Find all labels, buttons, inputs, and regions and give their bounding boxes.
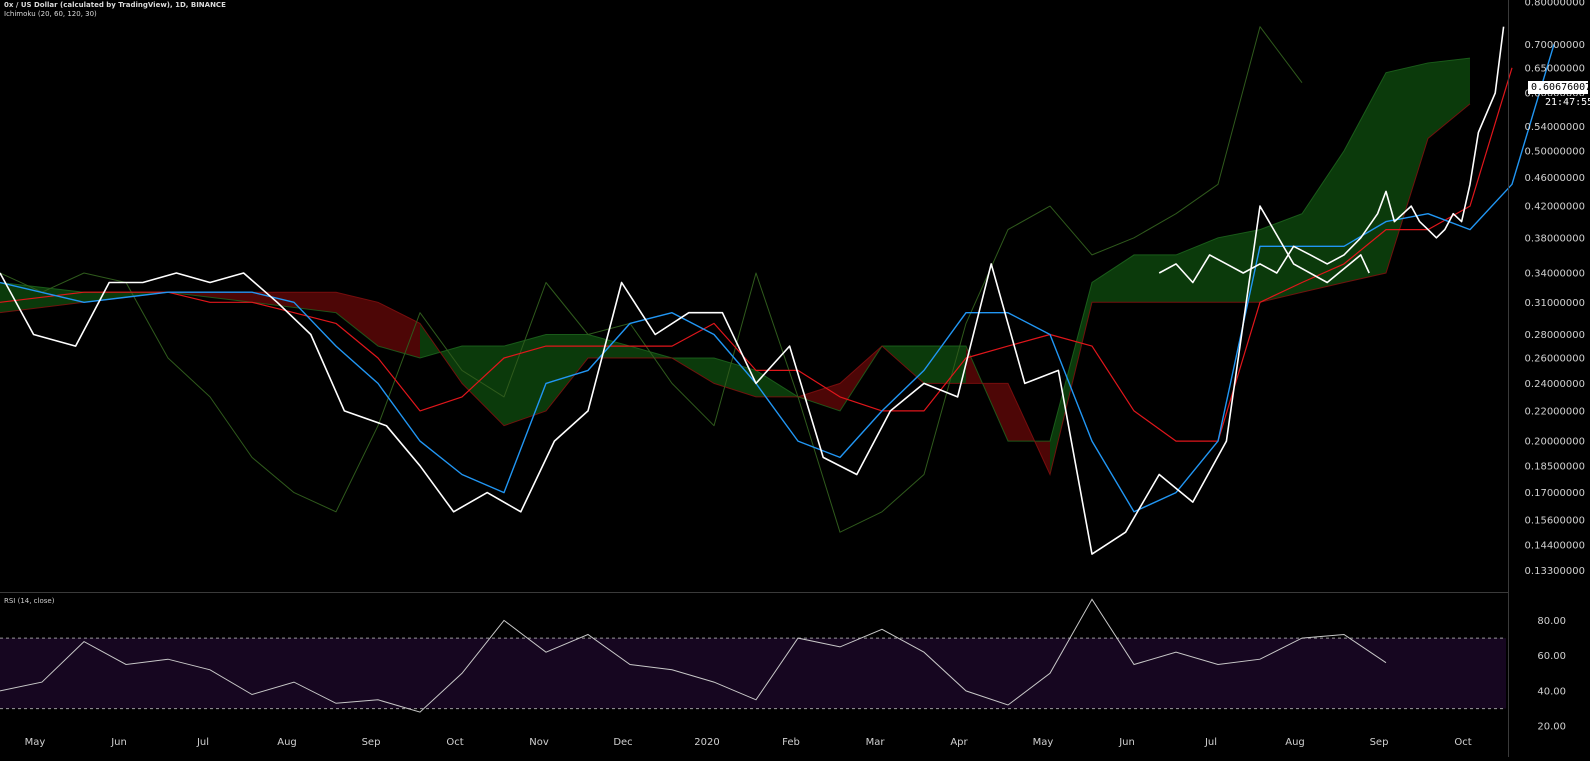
- bar-countdown-tag: 21:47:55: [1542, 96, 1590, 109]
- price-tick-label: 0.42000000: [1525, 202, 1585, 213]
- price-tick-label: 0.15600000: [1525, 515, 1585, 526]
- time-tick-label: Dec: [613, 737, 632, 748]
- price-tick-label: 0.80000000: [1525, 0, 1585, 9]
- price-tick-label: 0.18500000: [1525, 461, 1585, 472]
- price-tick-label: 0.14400000: [1525, 541, 1585, 552]
- chart-svg[interactable]: 0.800000000.700000000.650000000.60000000…: [0, 0, 1590, 757]
- time-tick-label: Feb: [782, 737, 800, 748]
- price-tick-label: 0.50000000: [1525, 146, 1585, 157]
- cloud-segment: [1218, 229, 1260, 303]
- time-tick-label: 2020: [694, 737, 719, 748]
- time-tick-label: May: [1033, 737, 1054, 748]
- time-tick-label: May: [25, 737, 46, 748]
- price-tick-label: 0.20000000: [1525, 437, 1585, 448]
- chart-root[interactable]: 0.80000000 0.70000000 0.65000000 0.60000000…: [0, 0, 1590, 757]
- price-tick-label: 0.31000000: [1525, 298, 1585, 309]
- price-tick-label: 0.26000000: [1525, 354, 1585, 365]
- rsi-tick-label: 40.00: [1537, 686, 1566, 697]
- price-tick-label: 0.13300000: [1525, 566, 1585, 577]
- rsi-tick-label: 80.00: [1537, 616, 1566, 627]
- time-tick-label: Jun: [1118, 737, 1135, 748]
- price-tick-label: 0.17000000: [1525, 488, 1585, 499]
- cloud-segment: [924, 346, 966, 384]
- time-tick-label: Aug: [277, 737, 297, 748]
- time-tick-label: Aug: [1285, 737, 1305, 748]
- last-price-tag: 0.60676007: [1528, 81, 1590, 94]
- price-tick-label: 0.28000000: [1525, 330, 1585, 341]
- time-tick-label: Oct: [1454, 737, 1471, 748]
- price-tick-label: 0.70000000: [1525, 40, 1585, 51]
- symbol-title[interactable]: 0x / US Dollar (calculated by TradingVie…: [4, 1, 226, 10]
- rsi-tick-label: 20.00: [1537, 722, 1566, 733]
- ichimoku-legend-label[interactable]: Ichimoku (20, 60, 120, 30): [4, 10, 97, 19]
- time-tick-label: Jul: [1204, 737, 1217, 748]
- time-tick-label: Apr: [950, 737, 968, 748]
- price-tick-label: 0.22000000: [1525, 406, 1585, 417]
- price-tick-label: 0.24000000: [1525, 379, 1585, 390]
- time-tick-label: Oct: [446, 737, 463, 748]
- rsi-tick-label: 60.00: [1537, 651, 1566, 662]
- time-tick-label: Nov: [529, 737, 549, 748]
- price-tick-label: 0.46000000: [1525, 173, 1585, 184]
- price-tick-label: 0.54000000: [1525, 122, 1585, 133]
- price-tick-label: 0.34000000: [1525, 269, 1585, 280]
- time-tick-label: Sep: [362, 737, 381, 748]
- rsi-legend-label[interactable]: RSI (14, close): [4, 597, 54, 606]
- time-tick-label: Jul: [196, 737, 209, 748]
- price-tick-label: 0.65000000: [1525, 63, 1585, 74]
- time-tick-label: Jun: [110, 737, 127, 748]
- cloud-segment: [1134, 254, 1176, 303]
- time-tick-label: Sep: [1370, 737, 1389, 748]
- price-tick-label: 0.38000000: [1525, 233, 1585, 244]
- time-tick-label: Mar: [866, 737, 886, 748]
